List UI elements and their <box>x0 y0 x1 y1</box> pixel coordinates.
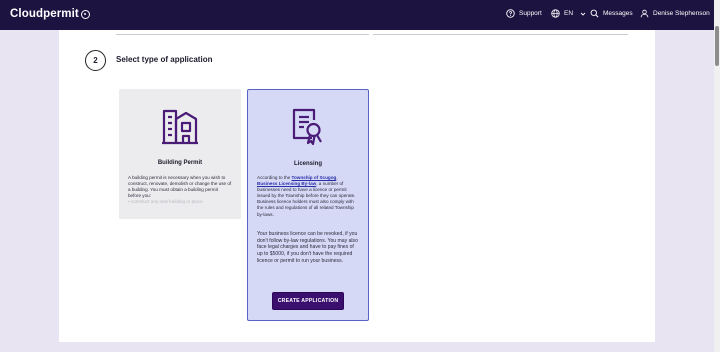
building-permit-card[interactable]: Building Permit A building permit is nec… <box>119 89 241 219</box>
user-menu[interactable]: Denise Stephenson <box>640 9 710 18</box>
search-icon <box>590 9 599 18</box>
create-application-button[interactable]: CREATE APPLICATION <box>272 292 344 310</box>
previous-step-divider <box>373 34 628 35</box>
cloudpermit-logo[interactable]: Cloudpermit <box>10 8 90 20</box>
certificate-icon <box>292 108 322 146</box>
support-link[interactable]: Support <box>506 9 542 18</box>
building-icon <box>162 109 198 145</box>
licensing-description: According to the Township of Scugog, Bus… <box>257 175 359 218</box>
page-scrollbar[interactable] <box>714 0 720 352</box>
language-selector[interactable]: EN <box>551 9 586 18</box>
building-permit-description: A building permit is necessary when you … <box>128 175 232 205</box>
globe-icon <box>551 9 560 18</box>
step-number-badge: 2 <box>85 50 106 71</box>
top-navigation-bar: Cloudpermit Support EN Messages Denise S… <box>0 0 720 30</box>
user-icon <box>640 9 649 18</box>
licensing-title: Licensing <box>293 161 322 167</box>
business-licensing-bylaw-link[interactable]: Business Licensing By-law <box>257 181 316 186</box>
building-permit-title: Building Permit <box>157 160 203 166</box>
user-name: Denise Stephenson <box>653 10 710 17</box>
chevron-down-icon <box>580 12 586 16</box>
licensing-desc-pre: According to the <box>257 175 292 180</box>
support-label: Support <box>519 10 542 17</box>
township-of-scugog-link[interactable]: Township of Scugog <box>291 175 336 180</box>
messages-label: Messages <box>603 10 633 17</box>
language-label: EN <box>564 10 574 17</box>
previous-step-divider <box>116 34 369 35</box>
comma-separator: , <box>336 175 338 180</box>
scrollbar-thumb[interactable] <box>715 26 719 66</box>
logo-text: Cloudpermit <box>10 8 79 20</box>
building-permit-desc-text: A building permit is necessary when you … <box>128 175 232 199</box>
logo-mark-icon <box>80 9 90 19</box>
building-permit-bullet: • construct any new building or place <box>128 199 203 205</box>
messages-link[interactable]: Messages <box>590 9 633 18</box>
help-circle-icon <box>506 9 515 18</box>
licensing-warning-text: Your business licence can be revoked, if… <box>257 231 358 264</box>
step-title: Select type of application <box>116 55 213 64</box>
licensing-desc-post: , a number of businesses need to have a … <box>257 181 356 217</box>
licensing-card[interactable]: Licensing According to the Township of S… <box>247 89 369 321</box>
